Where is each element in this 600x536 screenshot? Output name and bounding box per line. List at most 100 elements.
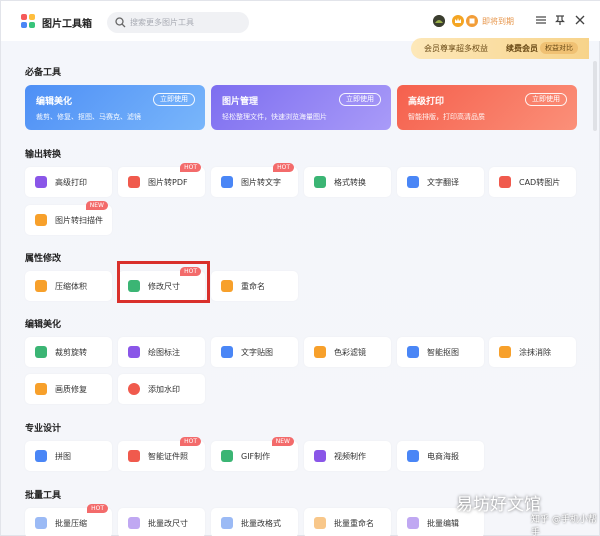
tool-label: 视频制作 <box>334 452 366 461</box>
vip-banner-text: 会员尊享超多权益 <box>424 44 488 53</box>
section-title-batch: 批量工具 <box>25 491 62 501</box>
card-title: 编辑美化 <box>36 97 73 107</box>
hot-badge: HOT <box>87 504 108 513</box>
batch-resize-icon <box>128 517 140 529</box>
cutout-icon <box>407 346 419 358</box>
tool-label: 批量改格式 <box>241 519 281 528</box>
tool-format-convert[interactable]: 格式转换 <box>304 167 391 197</box>
printer-icon <box>35 176 47 188</box>
tool-quality-repair[interactable]: 画质修复 <box>25 374 112 404</box>
card-title: 图片管理 <box>222 97 259 107</box>
tool-color-filter[interactable]: 色彩滤镜 <box>304 337 391 367</box>
tool-rename[interactable]: 重命名 <box>211 271 298 301</box>
tool-advanced-print[interactable]: 高级打印 <box>25 167 112 197</box>
highlight-box <box>117 261 210 303</box>
tool-text-translate[interactable]: 文字翻译 <box>397 167 484 197</box>
tool-gif-make[interactable]: GIF制作 NEW <box>211 437 298 471</box>
tool-draw-annotate[interactable]: 绘图标注 <box>118 337 205 367</box>
tool-label: 电商海报 <box>427 452 459 461</box>
translate-icon <box>407 176 419 188</box>
tool-label: 智能证件照 <box>148 452 188 461</box>
hot-badge: HOT <box>273 163 294 172</box>
rename-icon <box>221 280 233 292</box>
tool-image-to-text[interactable]: 图片转文字 HOT <box>211 163 298 197</box>
vip-banner[interactable]: 会员尊享超多权益 续费会员 权益对比 <box>411 38 589 59</box>
repair-icon <box>35 383 47 395</box>
card-edit-beautify[interactable]: 编辑美化 裁剪、修复、抠图、马赛克、滤镜 立即使用 <box>25 85 205 130</box>
poster-icon <box>407 450 419 462</box>
search-input[interactable] <box>130 15 242 30</box>
tool-compress-size[interactable]: 压缩体积 <box>25 271 112 301</box>
card-image-manage[interactable]: 图片管理 轻松整理文件，快速浏览海量图片 立即使用 <box>211 85 391 130</box>
use-now-button[interactable]: 立即使用 <box>153 93 195 106</box>
pdf-icon <box>128 176 140 188</box>
collage-icon <box>35 450 47 462</box>
card-advanced-print[interactable]: 高级打印 智能排版，打印高清品质 立即使用 <box>397 85 577 130</box>
format-convert-icon <box>314 176 326 188</box>
menu-icon[interactable] <box>535 14 547 26</box>
tool-label: 文字贴图 <box>241 348 273 357</box>
text-icon <box>221 346 233 358</box>
tool-ecommerce-poster[interactable]: 电商海报 <box>397 441 484 471</box>
tool-video-make[interactable]: 视频制作 <box>304 441 391 471</box>
eraser-icon <box>499 346 511 358</box>
batch-rename-icon <box>314 517 326 529</box>
avatar[interactable] <box>433 15 445 27</box>
tool-id-photo[interactable]: 智能证件照 HOT <box>118 437 205 471</box>
renew-vip-link[interactable]: 续费会员 <box>506 43 538 54</box>
tool-label: 绘图标注 <box>148 348 180 357</box>
use-now-button[interactable]: 立即使用 <box>525 93 567 106</box>
tool-label: 批量编辑 <box>427 519 459 528</box>
tool-add-watermark[interactable]: 添加水印 <box>118 374 205 404</box>
tool-label: 智能抠图 <box>427 348 459 357</box>
crop-icon <box>35 346 47 358</box>
gif-icon <box>221 450 233 462</box>
close-icon[interactable] <box>574 14 586 26</box>
tool-batch-compress[interactable]: 批量压缩 HOT <box>25 504 112 536</box>
section-title-edit: 编辑美化 <box>25 320 62 330</box>
tool-label: 添加水印 <box>148 385 180 394</box>
vip-badge-icon <box>466 15 478 27</box>
tool-image-to-scan[interactable]: 图片转扫描件 NEW <box>25 201 112 235</box>
tool-collage[interactable]: 拼图 <box>25 441 112 471</box>
filter-icon <box>314 346 326 358</box>
vip-expiry-link[interactable]: 即将到期 <box>482 16 514 27</box>
scrollbar[interactable] <box>593 61 597 131</box>
tool-cad-to-image[interactable]: CAD转图片 <box>489 167 576 197</box>
cad-icon <box>499 176 511 188</box>
watermark-subtext: 知乎 @手机小帮手 <box>531 515 597 536</box>
app-logo-icon <box>21 14 35 28</box>
compress-icon <box>35 280 47 292</box>
app-window: 图片工具箱 即将到期 会员尊享超多权益 续费会员 权益对比 必备工具 编辑美化 … <box>0 0 600 536</box>
tool-batch-rename[interactable]: 批量重命名 <box>304 508 391 536</box>
tool-label: 图片转扫描件 <box>55 216 103 225</box>
video-icon <box>314 450 326 462</box>
tool-label: 图片转文字 <box>241 178 281 187</box>
compare-benefits-button[interactable]: 权益对比 <box>540 42 578 54</box>
tool-label: 裁剪旋转 <box>55 348 87 357</box>
section-title-attribute: 属性修改 <box>25 254 62 264</box>
tool-image-to-pdf[interactable]: 图片转PDF HOT <box>118 163 205 197</box>
new-badge: NEW <box>85 201 108 210</box>
section-title-convert: 输出转换 <box>25 150 62 160</box>
tool-batch-resize[interactable]: 批量改尺寸 <box>118 508 205 536</box>
search-box[interactable] <box>107 12 249 33</box>
tool-smear-erase[interactable]: 涂抹消除 <box>489 337 576 367</box>
tool-label: CAD转图片 <box>519 178 561 187</box>
tool-label: 图片转PDF <box>148 178 188 187</box>
tool-label: 色彩滤镜 <box>334 348 366 357</box>
tool-crop-rotate[interactable]: 裁剪旋转 <box>25 337 112 367</box>
tool-smart-cutout[interactable]: 智能抠图 <box>397 337 484 367</box>
hot-badge: HOT <box>180 163 201 172</box>
card-desc: 轻松整理文件，快速浏览海量图片 <box>222 113 327 121</box>
tool-label: 压缩体积 <box>55 282 87 291</box>
vip-crown-icon <box>452 15 464 27</box>
tool-label: 批量重命名 <box>334 519 374 528</box>
search-icon <box>115 17 126 28</box>
use-now-button[interactable]: 立即使用 <box>339 93 381 106</box>
pin-icon[interactable] <box>554 14 566 26</box>
watermark-text: 易坊好文馆 <box>456 495 541 515</box>
tool-batch-format[interactable]: 批量改格式 <box>211 508 298 536</box>
tool-label: 文字翻译 <box>427 178 459 187</box>
tool-text-sticker[interactable]: 文字贴图 <box>211 337 298 367</box>
